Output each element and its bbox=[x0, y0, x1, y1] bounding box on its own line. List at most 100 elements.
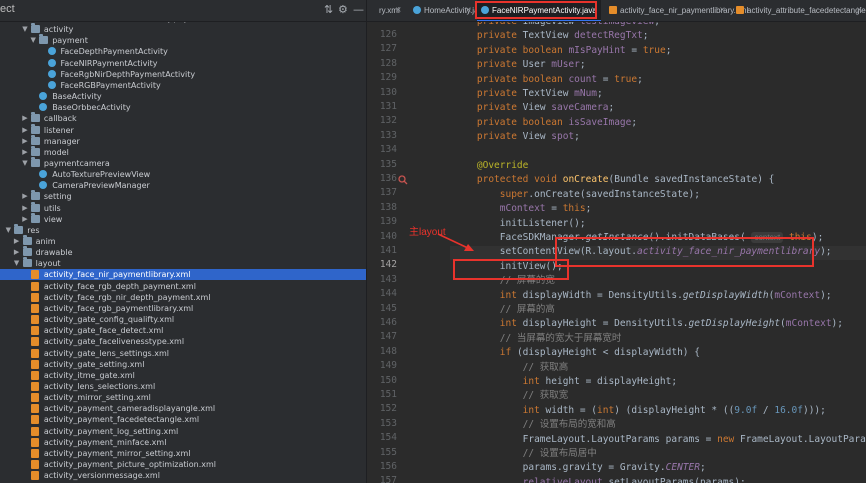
code-line[interactable]: private boolean isSaveImage; bbox=[454, 116, 637, 130]
tree-item[interactable]: ▶ listener bbox=[0, 123, 366, 136]
chevron-right-icon[interactable]: ▶ bbox=[21, 113, 29, 124]
settings-gear-icon[interactable]: ⚙ bbox=[338, 3, 348, 17]
tree-item[interactable]: activity_payment_log_setting.xml bbox=[0, 426, 366, 437]
code-line[interactable]: // 设置布局的宽和高 bbox=[454, 418, 616, 432]
chevron-right-icon[interactable]: ▶ bbox=[21, 203, 29, 214]
tree-item[interactable]: activity_gate_config_qualifty.xml bbox=[0, 314, 366, 325]
hide-panel-icon[interactable]: — bbox=[353, 3, 364, 17]
tree-item-label: FaceDepthPaymentActivity bbox=[60, 47, 168, 57]
editor-tab[interactable]: HomeActivity.java × bbox=[409, 0, 487, 21]
tree-item[interactable]: BaseActivity bbox=[0, 91, 366, 102]
tree-item[interactable]: activity_payment_facedetectangle.xml bbox=[0, 414, 366, 425]
tree-item[interactable]: FaceDepthPaymentActivity bbox=[0, 46, 366, 57]
code-line[interactable]: params.gravity = Gravity.CENTER; bbox=[454, 461, 706, 475]
code-line[interactable]: private ImageView testimageview; bbox=[454, 22, 660, 29]
chevron-right-icon[interactable]: ▶ bbox=[13, 247, 21, 258]
tree-item[interactable]: ▶ model bbox=[0, 145, 366, 158]
tree-item[interactable]: activity_mirror_setting.xml bbox=[0, 392, 366, 403]
code-line[interactable]: FrameLayout.LayoutParams params = new Fr… bbox=[454, 433, 866, 447]
tree-item[interactable]: ▼ paymentcamera bbox=[0, 156, 366, 169]
tree-item[interactable]: activity_payment_mirror_setting.xml bbox=[0, 448, 366, 459]
tree-item[interactable]: ▶ utils bbox=[0, 201, 366, 214]
tree-item[interactable]: activity_face_rgb_nir_depth_payment.xml bbox=[0, 292, 366, 303]
code-line[interactable]: private User mUser; bbox=[454, 58, 586, 72]
chevron-down-icon[interactable]: ▼ bbox=[13, 258, 21, 269]
editor-tab[interactable]: activity_attribute_facedetectangle.xml× bbox=[732, 0, 866, 21]
tree-item[interactable]: activity_face_rgb_paymentlibrary.xml bbox=[0, 303, 366, 314]
chevron-down-icon[interactable]: ▼ bbox=[21, 24, 29, 35]
tree-item[interactable]: activity_payment_minface.xml bbox=[0, 437, 366, 448]
chevron-right-icon[interactable]: ▶ bbox=[21, 147, 29, 158]
code-line[interactable]: relativeLayout.setLayoutParams(params); bbox=[454, 476, 746, 483]
override-gutter-icon[interactable] bbox=[398, 175, 408, 185]
code-line[interactable]: private TextView detectRegTxt; bbox=[454, 29, 649, 43]
code-line[interactable]: protected void onCreate(Bundle savedInst… bbox=[454, 173, 774, 187]
editor-tab[interactable]: activity_face_nir_paymentlibrary.xml × bbox=[605, 0, 748, 21]
tree-item[interactable]: activity_gate_facelivenesstype.xml bbox=[0, 336, 366, 347]
editor-tab[interactable]: ry.xml × bbox=[375, 0, 405, 21]
tree-item[interactable]: ▶ drawable bbox=[0, 246, 366, 258]
code-line[interactable]: int height = displayHeight; bbox=[454, 375, 677, 389]
close-tab-icon[interactable]: × bbox=[465, 5, 472, 14]
code-line[interactable]: int displayHeight = DensityUtils.getDisp… bbox=[454, 317, 843, 331]
code-line[interactable]: private View saveCamera; bbox=[454, 101, 614, 115]
code-line[interactable]: if (displayHeight < displayWidth) { bbox=[454, 346, 700, 360]
code-line[interactable]: private boolean mIsPayHint = true; bbox=[454, 44, 672, 58]
tree-item[interactable]: activity_face_rgb_depth_payment.xml bbox=[0, 281, 366, 292]
line-number: 131 bbox=[379, 101, 397, 112]
tree-item[interactable]: CameraPreviewManager bbox=[0, 180, 366, 191]
tree-item[interactable]: activity_versionmessage.xml bbox=[0, 470, 366, 481]
code-line[interactable]: int displayWidth = DensityUtils.getDispl… bbox=[454, 289, 832, 303]
xml-file-icon bbox=[30, 370, 39, 380]
tree-item[interactable]: ▶ anim bbox=[0, 235, 366, 247]
code-line[interactable]: private View spot; bbox=[454, 130, 580, 144]
chevron-right-icon[interactable]: ▶ bbox=[21, 214, 29, 225]
tree-item[interactable]: BaseOrbbecActivity bbox=[0, 102, 366, 113]
tree-item[interactable]: ▶ callback bbox=[0, 112, 366, 124]
code-line[interactable]: @Override bbox=[454, 159, 528, 173]
code-line[interactable]: // 屏幕的高 bbox=[454, 303, 555, 317]
tree-item[interactable]: activity_payment_cameradisplayangle.xml bbox=[0, 403, 366, 414]
tree-item[interactable]: FaceRGBPaymentActivity bbox=[0, 80, 366, 91]
tree-item[interactable]: activity_itme_gate.xml bbox=[0, 370, 366, 381]
code-line[interactable]: private boolean count = true; bbox=[454, 73, 643, 87]
tree-item[interactable]: FaceRgbNirDepthPaymentActivity bbox=[0, 69, 366, 80]
chevron-down-icon[interactable]: ▼ bbox=[21, 158, 29, 169]
tree-item[interactable]: activity_gate_lens_settings.xml bbox=[0, 348, 366, 359]
code-line[interactable]: // 获取宽 bbox=[454, 389, 569, 403]
code-line[interactable]: // 当屏幕的宽大于屏幕宽时 bbox=[454, 332, 622, 346]
close-tab-icon[interactable]: × bbox=[395, 5, 402, 14]
tree-item[interactable]: FaceNIRPaymentActivity bbox=[0, 58, 366, 69]
tree-item[interactable]: ▼ layout bbox=[0, 257, 366, 269]
tree-item[interactable]: ▶ manager bbox=[0, 134, 366, 147]
code-line[interactable]: // 获取高 bbox=[454, 361, 569, 375]
code-line[interactable]: private TextView mNum; bbox=[454, 87, 603, 101]
tree-item[interactable]: ▼ res bbox=[0, 223, 366, 236]
code-line[interactable]: super.onCreate(savedInstanceState); bbox=[454, 188, 700, 202]
tree-item[interactable]: activity_face_nir_paymentlibrary.xml bbox=[0, 269, 366, 281]
code-line[interactable]: int width = (int) (displayHeight * ((9.0… bbox=[454, 404, 826, 418]
tree-item[interactable]: ▶ setting bbox=[0, 190, 366, 202]
chevron-right-icon[interactable]: ▶ bbox=[21, 136, 29, 147]
code-line[interactable]: mContext = this; bbox=[454, 202, 592, 216]
close-tab-icon[interactable]: × bbox=[719, 5, 726, 14]
tree-item[interactable]: ▼ activity bbox=[0, 23, 366, 35]
chevron-right-icon[interactable]: ▶ bbox=[21, 125, 29, 136]
project-panel: ▼com.baidu.idl.face.main.activity.paymen… bbox=[0, 0, 367, 483]
tree-item[interactable]: activity_gate_face_detect.xml bbox=[0, 325, 366, 336]
chevron-down-icon[interactable]: ▼ bbox=[29, 35, 37, 46]
close-tab-icon[interactable]: × bbox=[856, 5, 863, 14]
chevron-right-icon[interactable]: ▶ bbox=[13, 236, 21, 247]
tree-item[interactable]: ▼ payment bbox=[0, 34, 366, 46]
tree-item[interactable]: activity_lens_selections.xml bbox=[0, 381, 366, 392]
collapse-all-icon[interactable]: ⇅ bbox=[324, 3, 333, 17]
tree-item[interactable]: ▶ view bbox=[0, 212, 366, 225]
project-panel-title[interactable]: ect bbox=[0, 3, 15, 15]
chevron-down-icon[interactable]: ▼ bbox=[4, 225, 12, 236]
chevron-right-icon[interactable]: ▶ bbox=[21, 191, 29, 202]
tree-item[interactable]: activity_gate_setting.xml bbox=[0, 359, 366, 370]
tree-item[interactable]: activity_payment_picture_optimization.xm… bbox=[0, 459, 366, 470]
tree-item[interactable]: AutoTexturePreviewView bbox=[0, 169, 366, 180]
code-line[interactable]: // 设置布局居中 bbox=[454, 447, 597, 461]
code-line[interactable]: initListener(); bbox=[454, 217, 586, 231]
